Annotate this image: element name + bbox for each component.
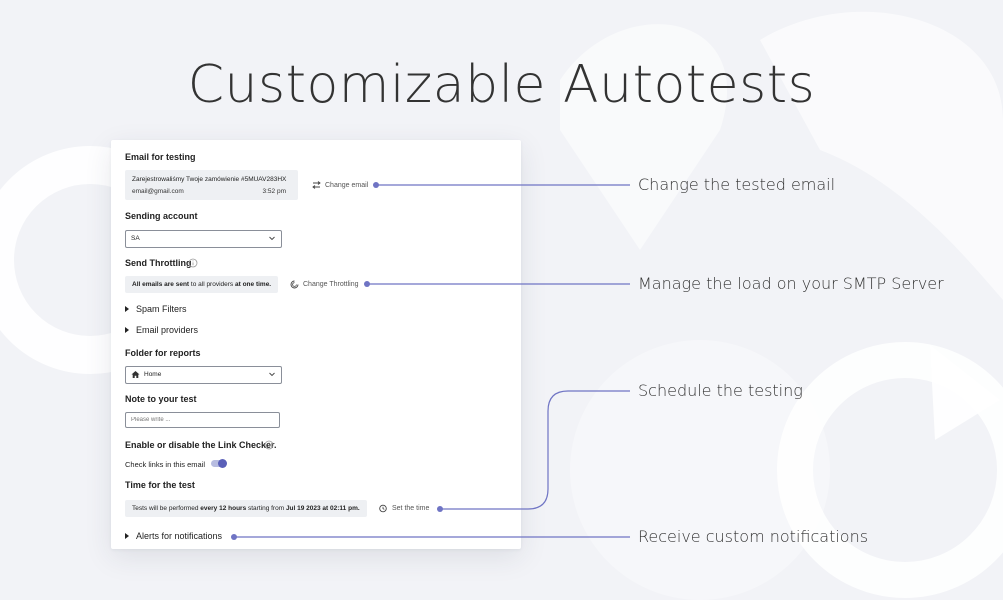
info-icon[interactable] bbox=[188, 258, 198, 268]
note-label: Note to your test bbox=[125, 394, 197, 404]
page-headline: Customizable Autotests bbox=[187, 55, 816, 115]
email-providers-expander[interactable]: Email providers bbox=[125, 325, 198, 335]
change-throttling-label: Change Throttling bbox=[303, 281, 359, 288]
gauge-icon bbox=[290, 280, 299, 289]
check-links-toggle[interactable] bbox=[211, 459, 227, 468]
change-email-label: Change email bbox=[325, 181, 369, 189]
link-checker-label: Enable or disable the Link Checker. bbox=[125, 440, 277, 450]
tested-email-preview[interactable]: Zarejestrowaliśmy Twoje zamówienie #5MUA… bbox=[125, 170, 298, 200]
sending-account-label: Sending account bbox=[125, 211, 198, 221]
chevron-down-icon bbox=[269, 236, 275, 241]
info-icon[interactable] bbox=[264, 440, 274, 450]
email-address: email@gmail.com bbox=[132, 188, 184, 195]
email-time: 3:52 pm bbox=[262, 188, 287, 195]
chevron-down-icon bbox=[269, 372, 275, 377]
caret-right-icon bbox=[125, 533, 129, 539]
callout-throttling: Manage the load on your SMTP Server bbox=[638, 274, 944, 293]
callout-schedule: Schedule the testing bbox=[638, 381, 803, 400]
time-label: Time for the test bbox=[125, 480, 195, 490]
autotest-settings-card: Email for testing Zarejestrowaliśmy Twoj… bbox=[111, 140, 521, 549]
schedule-info-part-a: Tests will be performed bbox=[132, 505, 199, 512]
set-time-label: Set the time bbox=[392, 505, 430, 512]
sending-account-select[interactable]: SA bbox=[125, 230, 282, 248]
schedule-info-part-d: Jul 19 2023 at 02:11 pm. bbox=[285, 505, 360, 512]
change-email-button[interactable]: Change email bbox=[312, 181, 368, 189]
change-throttling-button[interactable]: Change Throttling bbox=[290, 280, 359, 289]
throttling-info: All emails are sent to all providers at … bbox=[125, 276, 279, 293]
throttling-info-part-a: All emails are sent bbox=[132, 281, 190, 288]
note-input[interactable] bbox=[125, 412, 280, 428]
home-icon bbox=[131, 371, 140, 378]
folder-select[interactable]: Home bbox=[125, 366, 282, 384]
callout-change-email: Change the tested email bbox=[638, 175, 836, 194]
folder-value: Home bbox=[144, 371, 162, 378]
throttling-info-part-c: at one time. bbox=[235, 281, 272, 288]
schedule-info-part-c: starting from bbox=[248, 505, 285, 512]
email-providers-label: Email providers bbox=[136, 325, 199, 335]
email-section-label: Email for testing bbox=[125, 152, 196, 162]
schedule-info-part-b: every 12 hours bbox=[200, 505, 247, 512]
schedule-info: Tests will be performed every 12 hours s… bbox=[125, 500, 367, 517]
folder-label: Folder for reports bbox=[125, 348, 201, 358]
caret-right-icon bbox=[125, 327, 129, 333]
callout-notifications: Receive custom notifications bbox=[638, 527, 869, 546]
spam-filters-label: Spam Filters bbox=[136, 304, 187, 314]
toggle-knob bbox=[218, 459, 227, 468]
set-time-button[interactable]: Set the time bbox=[379, 504, 429, 513]
email-subject: Zarejestrowaliśmy Twoje zamówienie #5MUA… bbox=[132, 176, 287, 183]
throttling-label: Send Throttling bbox=[125, 258, 192, 268]
sending-account-value: SA bbox=[131, 235, 140, 242]
swap-arrows-icon bbox=[312, 181, 321, 189]
check-links-label: Check links in this email bbox=[125, 460, 206, 469]
spam-filters-expander[interactable]: Spam Filters bbox=[125, 304, 187, 314]
throttling-info-part-b: to all providers bbox=[190, 281, 234, 288]
alerts-expander[interactable]: Alerts for notifications bbox=[125, 531, 222, 541]
clock-icon bbox=[379, 504, 387, 513]
alerts-label: Alerts for notifications bbox=[136, 531, 223, 541]
caret-right-icon bbox=[125, 306, 129, 312]
